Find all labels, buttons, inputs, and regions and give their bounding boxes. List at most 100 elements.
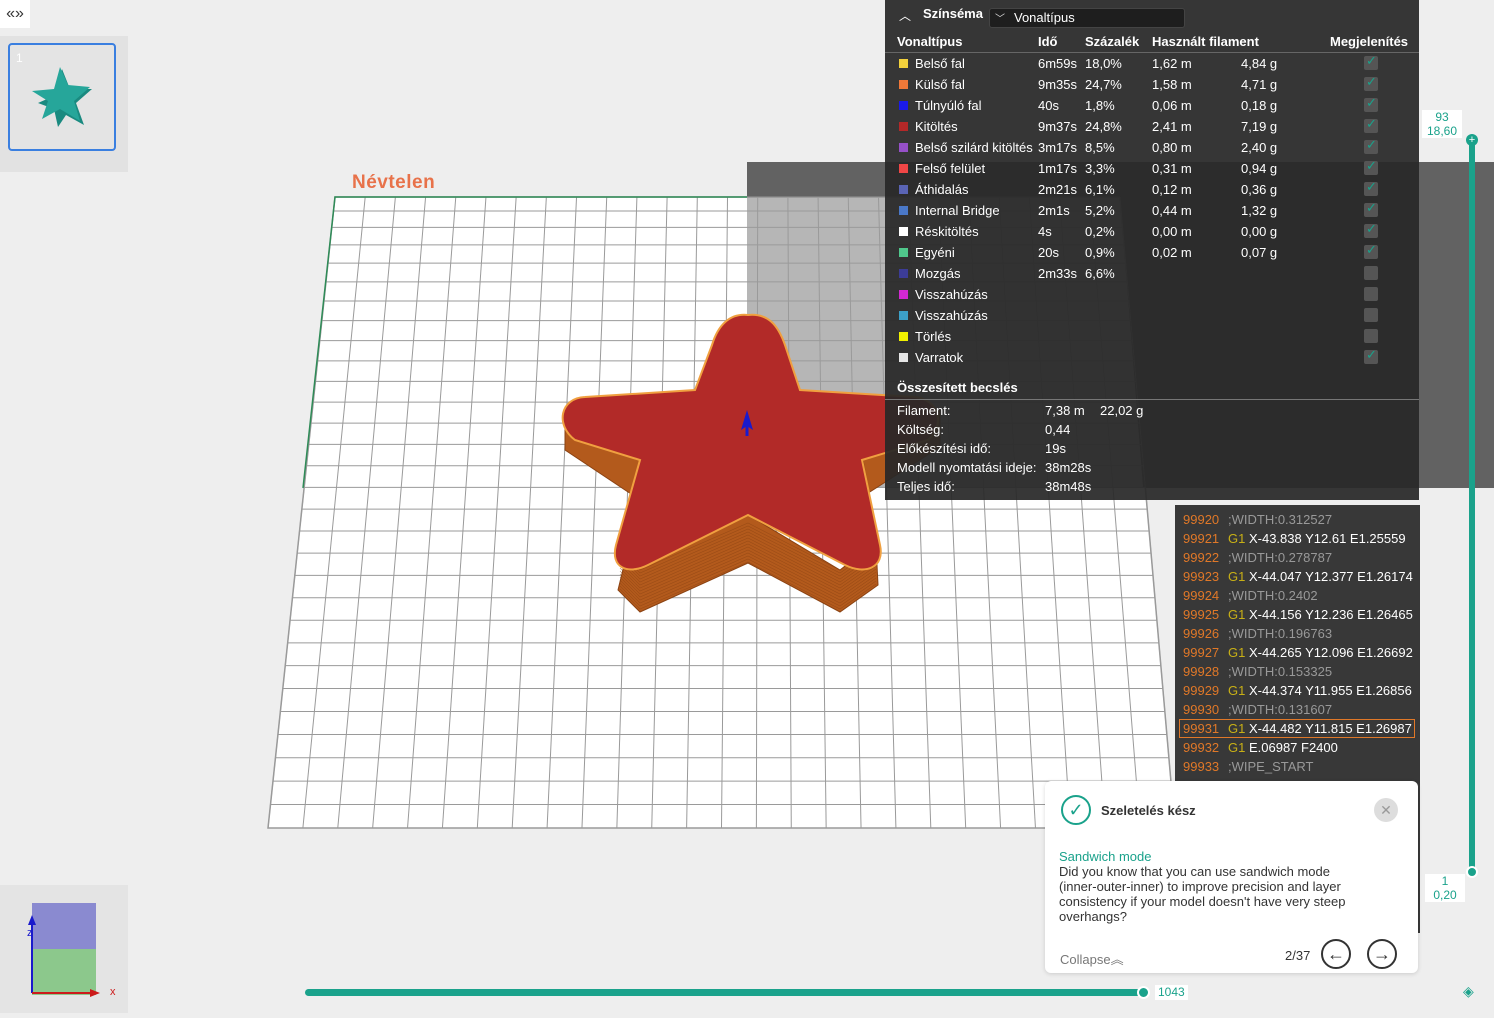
visibility-checkbox[interactable] — [1364, 74, 1378, 91]
legend-row: Belső szilárd kitöltés 3m17s 8,5% 0,80 m 2,4… — [885, 137, 1419, 158]
color-swatch — [899, 353, 908, 362]
gcode-line-text: ;WIDTH:0.2402 — [1228, 586, 1318, 605]
gcode-line-number: 99930 — [1183, 702, 1220, 717]
summary-label: Teljes idő: — [897, 479, 955, 494]
line-type-time: 9m37s — [1038, 119, 1078, 134]
legend-header-row: Vonaltípus Idő Százalék Használt filamen… — [885, 31, 1419, 53]
gcode-line-text: G1 X-44.482 Y11.815 E1.26987 — [1228, 719, 1412, 738]
color-swatch — [899, 143, 908, 152]
line-type-name: Külső fal — [915, 77, 965, 92]
gcode-line[interactable]: 99924 ;WIDTH:0.2402 — [1175, 586, 1420, 605]
visibility-checkbox[interactable] — [1364, 137, 1378, 154]
tip-page-indicator: 2/37 — [1285, 948, 1311, 963]
line-type-length: 0,12 m — [1152, 182, 1192, 197]
line-type-name: Belső szilárd kitöltés — [915, 140, 1033, 155]
visibility-checkbox[interactable] — [1364, 179, 1378, 196]
collapse-tip-button[interactable]: Collapse︽ — [1060, 949, 1124, 968]
color-swatch — [899, 269, 908, 278]
gcode-line[interactable]: 99930 ;WIDTH:0.131607 — [1175, 700, 1420, 719]
line-type-length: 1,62 m — [1152, 56, 1192, 71]
gcode-line[interactable]: 99933 ;WIPE_START — [1175, 757, 1420, 776]
summary-value: 19s — [1045, 441, 1066, 456]
gcode-params: ;WIDTH:0.312527 — [1228, 512, 1333, 527]
gcode-command: G1 — [1228, 721, 1246, 736]
chevron-down-icon: ﹀ — [995, 14, 1005, 25]
summary-value-secondary: 22,02 g — [1100, 403, 1144, 418]
visibility-checkbox[interactable] — [1364, 95, 1378, 112]
layer-top-number: 93 — [1422, 110, 1462, 124]
x-axis-label: x — [110, 986, 116, 998]
line-type-weight: 1,32 g — [1241, 203, 1278, 218]
gcode-line[interactable]: 99932 G1 E.06987 F2400 — [1175, 738, 1420, 757]
line-type-length: 1,58 m — [1152, 77, 1192, 92]
gcode-line[interactable]: 99925 G1 X-44.156 Y12.236 E1.26465 — [1175, 605, 1420, 624]
axis-view-panel: z x — [0, 885, 128, 1013]
gcode-command: G1 — [1228, 531, 1246, 546]
line-type-name: Túlnyúló fal — [915, 98, 982, 113]
color-swatch — [899, 59, 908, 68]
line-type-name: Mozgás — [915, 266, 961, 281]
col-time: Idő — [1038, 34, 1058, 49]
chevron-double-up-icon: ︽ — [1110, 952, 1124, 967]
visibility-checkbox[interactable] — [1364, 347, 1378, 364]
visibility-checkbox[interactable] — [1364, 116, 1378, 133]
color-swatch — [899, 311, 908, 320]
gcode-line[interactable]: 99926 ;WIDTH:0.196763 — [1175, 624, 1420, 643]
legend-stats-panel: ︿ Színséma Vonaltípus ﹀ Vonaltípus Idő S… — [885, 0, 1419, 500]
next-tip-button[interactable]: → — [1367, 939, 1397, 969]
gcode-params: X-44.047 Y12.377 E1.26174 — [1248, 569, 1413, 584]
visibility-checkbox[interactable] — [1364, 200, 1378, 217]
visibility-checkbox[interactable] — [1364, 242, 1378, 259]
tip-title-link[interactable]: Sandwich mode — [1059, 849, 1152, 864]
gcode-line-number: 99922 — [1183, 550, 1220, 565]
line-type-time: 20s — [1038, 245, 1059, 260]
gcode-params: ;WIDTH:0.278787 — [1228, 550, 1333, 565]
layer-slider-bottom-handle[interactable] — [1466, 866, 1478, 878]
gcode-line-number: 99932 — [1183, 740, 1220, 755]
visibility-checkbox[interactable] — [1364, 308, 1378, 322]
gcode-line-number: 99921 — [1183, 531, 1220, 546]
gcode-line[interactable]: 99923 G1 X-44.047 Y12.377 E1.26174 — [1175, 567, 1420, 586]
move-slider-track[interactable] — [305, 989, 1145, 996]
gcode-line[interactable]: 99927 G1 X-44.265 Y12.096 E1.26692 — [1175, 643, 1420, 662]
visibility-checkbox[interactable] — [1364, 53, 1378, 70]
visibility-checkbox[interactable] — [1364, 287, 1378, 301]
line-type-name: Áthidalás — [915, 182, 969, 197]
line-type-name: Internal Bridge — [915, 203, 1000, 218]
gcode-line[interactable]: 99920 ;WIDTH:0.312527 — [1175, 510, 1420, 529]
plate-name-label[interactable]: Névtelen — [352, 172, 435, 194]
summary-row: Modell nyomtatási ideje: 38m28s — [885, 457, 1419, 478]
gcode-line-selected[interactable]: 99931 G1 X-44.482 Y11.815 E1.26987 — [1179, 719, 1415, 738]
collapse-sidebar-button[interactable]: «» — [0, 0, 30, 28]
gcode-line-text: G1 X-44.047 Y12.377 E1.26174 — [1228, 567, 1413, 586]
chevron-up-icon[interactable]: ︿ — [899, 7, 911, 24]
col-line-type: Vonaltípus — [897, 34, 963, 49]
visibility-checkbox[interactable] — [1364, 158, 1378, 175]
gcode-line[interactable]: 99928 ;WIDTH:0.153325 — [1175, 662, 1420, 681]
gcode-line[interactable]: 99921 G1 X-43.838 Y12.61 E1.25559 — [1175, 529, 1420, 548]
line-type-percent: 6,6% — [1085, 266, 1115, 281]
plate-thumbnail[interactable] — [8, 43, 116, 151]
gcode-params: ;WIPE_START — [1228, 759, 1314, 774]
gcode-params: X-44.156 Y12.236 E1.26465 — [1248, 607, 1413, 622]
layer-slider-track[interactable] — [1469, 140, 1475, 875]
line-type-time: 2m1s — [1038, 203, 1070, 218]
close-icon[interactable]: ✕ — [1374, 798, 1398, 822]
tip-body: Did you know that you can use sandwich m… — [1059, 864, 1346, 924]
legend-row: Külső fal 9m35s 24,7% 1,58 m 4,71 g — [885, 74, 1419, 95]
layer-bottom-number: 1 — [1425, 874, 1465, 888]
color-scheme-select[interactable]: Vonaltípus — [989, 8, 1185, 28]
gcode-line-text: G1 X-44.265 Y12.096 E1.26692 — [1228, 643, 1413, 662]
visibility-checkbox[interactable] — [1364, 329, 1378, 343]
visibility-checkbox[interactable] — [1364, 221, 1378, 238]
previous-tip-button[interactable]: ← — [1321, 939, 1351, 969]
summary-label: Filament: — [897, 403, 951, 418]
layer-top-height: 18,60 — [1422, 124, 1462, 138]
gcode-line[interactable]: 99922 ;WIDTH:0.278787 — [1175, 548, 1420, 567]
move-slider-handle[interactable] — [1137, 986, 1150, 999]
gcode-line[interactable]: 99929 G1 X-44.374 Y11.955 E1.26856 — [1175, 681, 1420, 700]
layer-slider-top-handle[interactable]: + — [1466, 134, 1478, 146]
col-display: Megjelenítés — [1330, 34, 1409, 49]
visibility-checkbox[interactable] — [1364, 266, 1378, 280]
layers-icon[interactable]: ◈ — [1463, 983, 1474, 1000]
